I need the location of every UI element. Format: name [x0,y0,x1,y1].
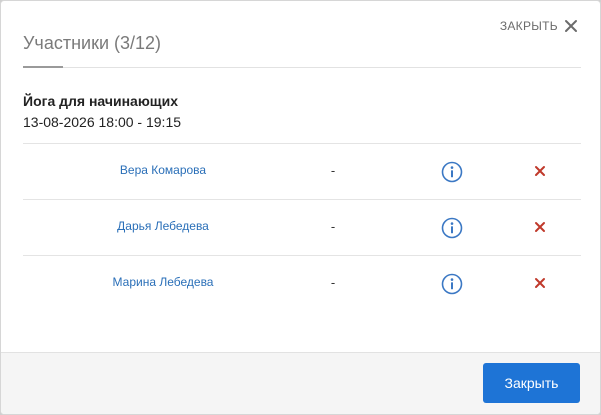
participants-modal: ЗАКРЫТЬ Участники (3/12) Йога для начина… [0,0,601,415]
title-divider [23,67,581,68]
participant-value: - [330,219,336,234]
modal-footer: Закрыть [1,352,600,414]
close-top-label: ЗАКРЫТЬ [499,19,558,33]
title-accent-bar [23,66,63,68]
remove-x-icon[interactable] [533,220,547,234]
table-row: Дарья Лебедева - [23,199,581,255]
info-circle-icon[interactable] [441,161,463,183]
close-button[interactable]: Закрыть [483,363,580,403]
participant-name-link[interactable]: Дарья Лебедева [63,219,263,233]
event-time: 13-08-2026 18:00 - 19:15 [23,114,182,130]
participant-name-link[interactable]: Марина Лебедева [63,275,263,289]
close-top-button[interactable]: ЗАКРЫТЬ [500,19,578,33]
info-circle-icon[interactable] [441,217,463,239]
modal-title: Участники (3/12) [23,33,162,53]
remove-x-icon[interactable] [533,276,547,290]
table-row: Марина Лебедева - [23,255,581,311]
remove-x-icon[interactable] [533,164,547,178]
participant-value: - [330,275,336,290]
participants-table: Вера Комарова - Дарья Лебедева - Марина … [23,143,581,311]
event-name: Йога для начинающих [23,93,178,109]
table-row: Вера Комарова - [23,143,581,199]
participant-value: - [330,163,336,178]
close-icon [565,20,577,32]
participant-name-link[interactable]: Вера Комарова [63,163,263,177]
info-circle-icon[interactable] [441,273,463,295]
